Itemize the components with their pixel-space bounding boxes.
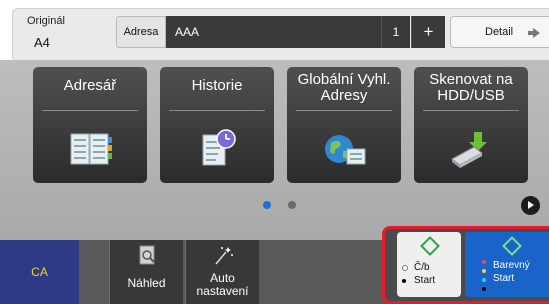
shortcut-panel: Adresář Historie Globální Vyhl. Adresy S… [0,60,549,240]
tile-label: Adresář [63,77,117,94]
tile-label: Skenovat na HDD/USB [429,71,513,104]
clear-all-button[interactable]: CA [0,240,79,304]
tile-label: Historie [191,77,243,94]
original-size-value[interactable]: A4 [34,35,50,50]
divider [423,110,519,111]
color-start-button[interactable]: Barevný Start [465,232,549,297]
bw-indicator-lamp [402,279,406,283]
address-book-icon [70,133,112,165]
scan-to-usb-icon [451,132,487,168]
detail-button[interactable]: Detail [450,16,549,48]
magic-wand-icon [215,247,233,265]
bw-start-button[interactable]: Č/b Start [397,232,461,297]
original-label: Originál [27,15,65,27]
tile-global-address[interactable]: Globální Vyhl. Adresy [287,67,401,183]
color-indicator-lamp [482,269,486,273]
auto-settings-text: Auto nastavení [196,271,249,298]
color-indicator-lamp [482,260,486,264]
color-indicator-lamp [482,287,486,291]
preview-icon [139,245,155,265]
divider [169,110,265,111]
tile-address-book[interactable]: Adresář [33,67,147,183]
bw-start-label-1: Č/b [414,262,430,273]
arrow-right-icon [528,28,540,38]
tile-history[interactable]: Historie [160,67,274,183]
detail-button-label: Detail [485,26,514,38]
address-button[interactable]: Adresa [116,16,166,48]
divider [296,110,392,111]
preview-button[interactable]: Náhled [109,240,183,304]
start-diamond-icon [502,236,522,256]
tile-scan-to-usb[interactable]: Skenovat na HDD/USB [414,67,528,183]
bw-start-label-2: Start [414,275,436,286]
bw-indicator-lamp [402,265,408,271]
auto-settings-button[interactable]: Auto nastavení [185,240,259,304]
next-page-button[interactable] [521,196,540,215]
history-icon [202,129,236,166]
start-diamond-icon [420,236,440,256]
color-start-label-2: Start [493,273,515,284]
tile-label: Globální Vyhl. Adresy [297,71,391,104]
color-indicator-lamp [482,278,486,282]
preview-label: Náhled [127,276,166,290]
auto-settings-label: Auto nastavení [186,272,259,298]
scan-screen: Originál A4 Adresa AAA 1 + Detail Adresá… [0,0,549,304]
divider [42,110,138,111]
address-field[interactable]: AAA [166,16,381,48]
color-start-label-1: Barevný [493,260,530,271]
add-address-button[interactable]: + [411,16,445,48]
global-address-icon [325,135,366,165]
page-indicator[interactable] [288,201,296,209]
page-indicator-active[interactable] [263,201,271,209]
copies-count[interactable]: 1 [381,16,410,48]
